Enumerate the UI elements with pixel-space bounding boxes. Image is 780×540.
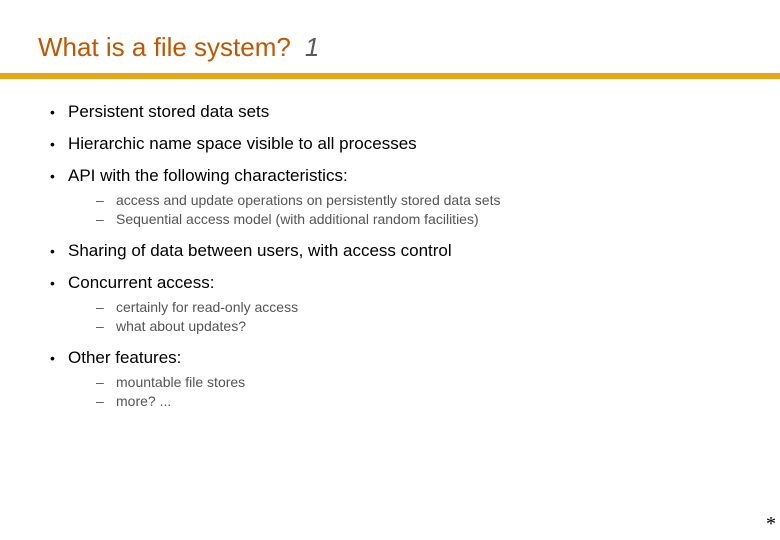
bullet-item: • Persistent stored data sets <box>50 101 742 123</box>
bullet-dot-icon: • <box>50 240 68 262</box>
bullet-item: • Concurrent access: <box>50 272 742 294</box>
sub-bullet-item: – more? ... <box>96 392 742 410</box>
bullet-dot-icon: • <box>50 133 68 155</box>
bullet-item: • Sharing of data between users, with ac… <box>50 240 742 262</box>
dash-icon: – <box>96 210 116 228</box>
slide-content: • Persistent stored data sets • Hierarch… <box>38 101 742 410</box>
dash-icon: – <box>96 298 116 316</box>
sub-bullet-text: Sequential access model (with additional… <box>116 210 479 228</box>
sub-bullet-group: – access and update operations on persis… <box>96 191 742 228</box>
footnote-asterisk: * <box>766 513 776 536</box>
bullet-dot-icon: • <box>50 347 68 369</box>
sub-bullet-text: mountable file stores <box>116 373 245 391</box>
sub-bullet-item: – Sequential access model (with addition… <box>96 210 742 228</box>
dash-icon: – <box>96 392 116 410</box>
sub-bullet-item: – what about updates? <box>96 317 742 335</box>
sub-bullet-text: what about updates? <box>116 317 246 335</box>
slide-title-row: What is a file system? 1 <box>38 32 742 63</box>
bullet-item: • Other features: <box>50 347 742 369</box>
sub-bullet-text: access and update operations on persiste… <box>116 191 500 209</box>
bullet-dot-icon: • <box>50 101 68 123</box>
dash-icon: – <box>96 317 116 335</box>
title-underline <box>0 73 780 79</box>
bullet-dot-icon: • <box>50 272 68 294</box>
bullet-text: Concurrent access: <box>68 272 214 294</box>
sub-bullet-item: – mountable file stores <box>96 373 742 391</box>
slide-title: What is a file system? <box>38 32 291 63</box>
dash-icon: – <box>96 191 116 209</box>
sub-bullet-text: certainly for read-only access <box>116 298 298 316</box>
bullet-dot-icon: • <box>50 165 68 187</box>
bullet-item: • Hierarchic name space visible to all p… <box>50 133 742 155</box>
bullet-text: Persistent stored data sets <box>68 101 269 123</box>
slide-number: 1 <box>305 32 319 63</box>
sub-bullet-group: – mountable file stores – more? ... <box>96 373 742 410</box>
bullet-text: API with the following characteristics: <box>68 165 348 187</box>
sub-bullet-item: – certainly for read-only access <box>96 298 742 316</box>
bullet-item: • API with the following characteristics… <box>50 165 742 187</box>
slide: What is a file system? 1 • Persistent st… <box>0 0 780 410</box>
sub-bullet-item: – access and update operations on persis… <box>96 191 742 209</box>
sub-bullet-text: more? ... <box>116 392 171 410</box>
bullet-text: Other features: <box>68 347 181 369</box>
bullet-text: Hierarchic name space visible to all pro… <box>68 133 417 155</box>
dash-icon: – <box>96 373 116 391</box>
bullet-text: Sharing of data between users, with acce… <box>68 240 452 262</box>
sub-bullet-group: – certainly for read-only access – what … <box>96 298 742 335</box>
